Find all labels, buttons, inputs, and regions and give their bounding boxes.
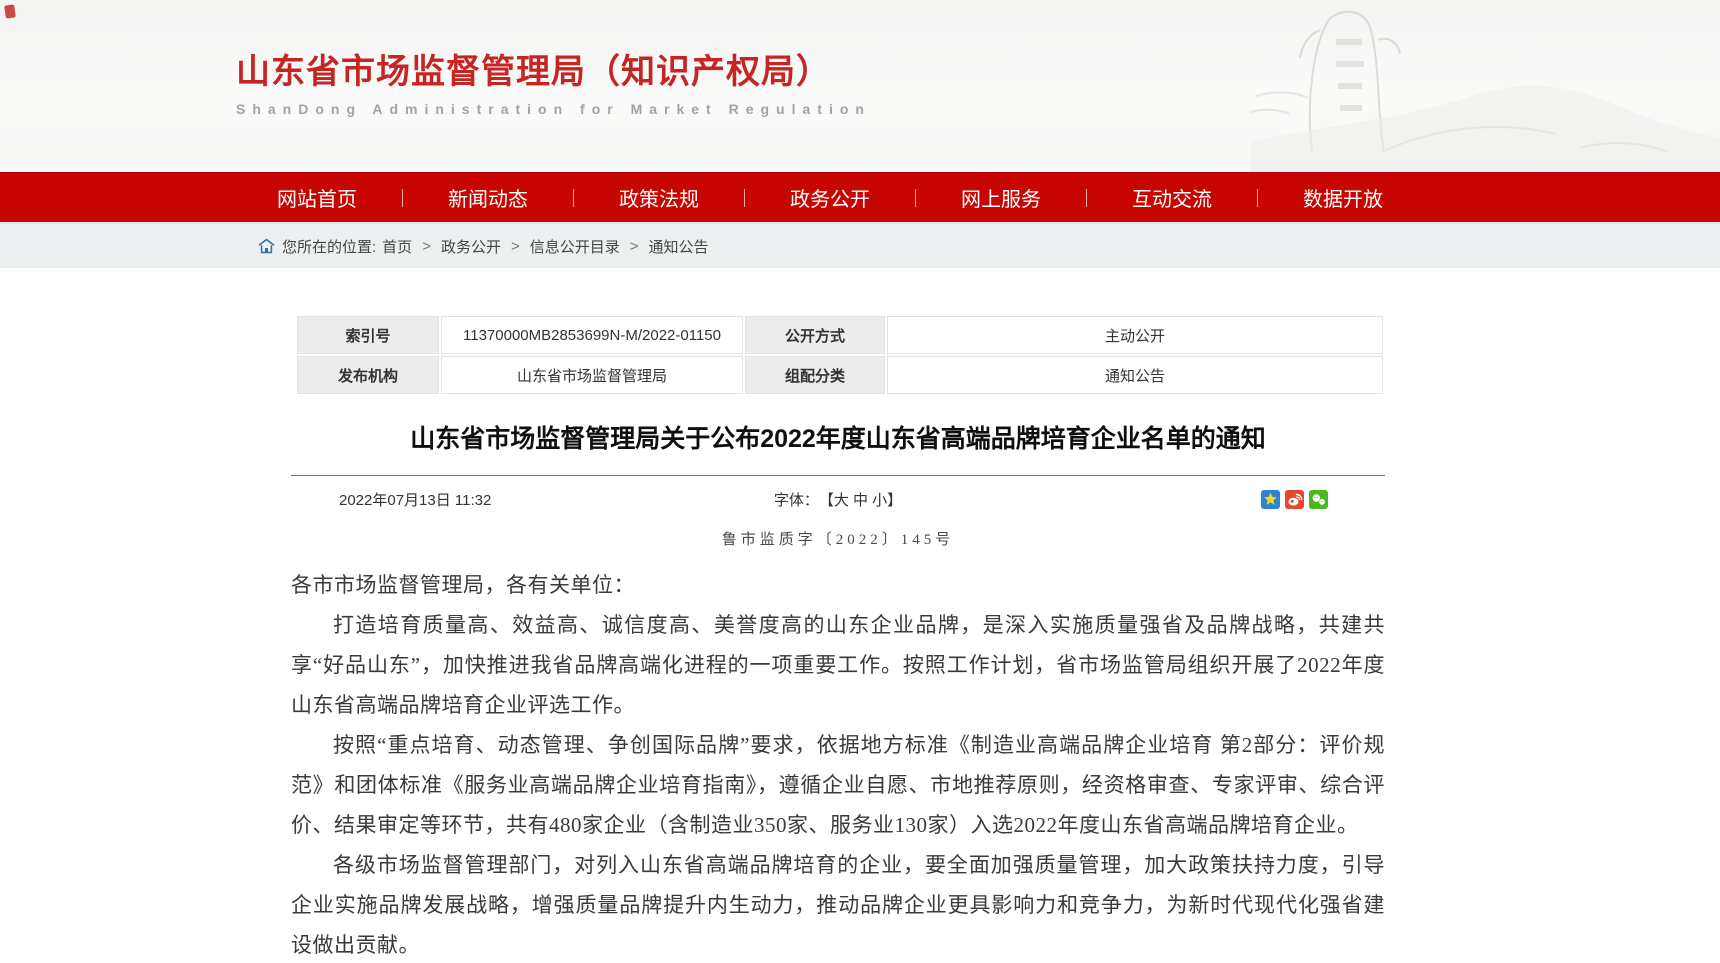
nav-item-home[interactable]: 网站首页 (276, 183, 358, 212)
info-value-category: 通知公告 (887, 356, 1383, 394)
breadcrumb: 您所在的位置: 首页 > 政务公开 > 信息公开目录 > 通知公告 (0, 222, 1720, 268)
breadcrumb-item-notices[interactable]: 通知公告 (649, 236, 709, 257)
body-paragraph: 按照“重点培育、动态管理、争创国际品牌”要求，依据地方标准《制造业高端品牌企业培… (291, 725, 1385, 845)
info-label-disclosure-method: 公开方式 (745, 316, 885, 354)
body-paragraph: 打造培育质量高、效益高、诚信度高、美誉度高的山东企业品牌，是深入实施质量强省及品… (291, 605, 1385, 725)
font-size-options[interactable]: 【大 中 小】 (819, 489, 902, 510)
content-area: 索引号 11370000MB2853699N-M/2022-01150 公开方式… (0, 268, 1720, 963)
nav-separator (402, 189, 403, 207)
document-reference-number: 鲁市监质字〔2022〕145号 (291, 528, 1385, 549)
info-label-category: 组配分类 (745, 356, 885, 394)
page: 山东省市场监督管理局（知识产权局） ShanDong Administratio… (0, 0, 1720, 963)
publish-date: 2022年07月13日 11:32 (291, 489, 491, 510)
site-title: 山东省市场监督管理局（知识产权局） (236, 44, 871, 93)
nav-separator (915, 189, 916, 207)
home-icon (258, 238, 275, 254)
nav-item-news[interactable]: 新闻动态 (447, 183, 529, 212)
corner-red-mark (4, 4, 16, 18)
breadcrumb-prefix: 您所在的位置: (282, 236, 376, 257)
site-logo-block: 山东省市场监督管理局（知识产权局） ShanDong Administratio… (236, 44, 871, 117)
breadcrumb-separator: > (511, 238, 520, 255)
nav-item-interaction[interactable]: 互动交流 (1131, 183, 1213, 212)
body-paragraph: 各级市场监督管理部门，对列入山东省高端品牌培育的企业，要全面加强质量管理，加大政… (291, 845, 1385, 963)
nav-separator (1257, 189, 1258, 207)
site-header: 山东省市场监督管理局（知识产权局） ShanDong Administratio… (0, 0, 1720, 172)
mountain-ink-artwork (1250, 0, 1720, 172)
wechat-share-icon[interactable] (1309, 490, 1328, 509)
weibo-share-icon[interactable] (1285, 490, 1304, 509)
site-subtitle-english: ShanDong Administration for Market Regul… (236, 101, 871, 117)
breadcrumb-separator: > (630, 238, 639, 255)
main-navbar: 网站首页 新闻动态 政策法规 政务公开 网上服务 互动交流 数据开放 (0, 172, 1720, 222)
nav-separator (1086, 189, 1087, 207)
breadcrumb-item-info-directory[interactable]: 信息公开目录 (530, 236, 620, 257)
nav-separator (744, 189, 745, 207)
title-divider (291, 475, 1385, 476)
document-info-table: 索引号 11370000MB2853699N-M/2022-01150 公开方式… (295, 314, 1385, 396)
info-value-issuing-agency: 山东省市场监督管理局 (441, 356, 743, 394)
nav-item-online-services[interactable]: 网上服务 (960, 183, 1042, 212)
info-label-index-number: 索引号 (297, 316, 439, 354)
info-label-issuing-agency: 发布机构 (297, 356, 439, 394)
article-meta-row: 2022年07月13日 11:32 字体： 【大 中 小】 (291, 489, 1385, 510)
breadcrumb-separator: > (422, 238, 431, 255)
nav-item-open-data[interactable]: 数据开放 (1302, 183, 1384, 212)
font-size-control: 字体： 【大 中 小】 (774, 489, 902, 510)
info-value-index-number: 11370000MB2853699N-M/2022-01150 (441, 316, 743, 354)
breadcrumb-item-home[interactable]: 首页 (382, 236, 412, 257)
info-table-row: 索引号 11370000MB2853699N-M/2022-01150 公开方式… (297, 316, 1383, 354)
breadcrumb-item-gov-affairs[interactable]: 政务公开 (441, 236, 501, 257)
share-buttons (1261, 490, 1385, 509)
nav-item-policies[interactable]: 政策法规 (618, 183, 700, 212)
info-value-disclosure-method: 主动公开 (887, 316, 1383, 354)
nav-separator (573, 189, 574, 207)
article-title: 山东省市场监督管理局关于公布2022年度山东省高端品牌培育企业名单的通知 (291, 422, 1385, 456)
font-size-label: 字体： (774, 489, 819, 510)
salutation-line: 各市市场监督管理局，各有关单位： (291, 565, 1385, 605)
info-table-row: 发布机构 山东省市场监督管理局 组配分类 通知公告 (297, 356, 1383, 394)
qzone-share-icon[interactable] (1261, 490, 1280, 509)
nav-item-gov-affairs[interactable]: 政务公开 (789, 183, 871, 212)
article-body: 各市市场监督管理局，各有关单位： 打造培育质量高、效益高、诚信度高、美誉度高的山… (291, 565, 1385, 963)
